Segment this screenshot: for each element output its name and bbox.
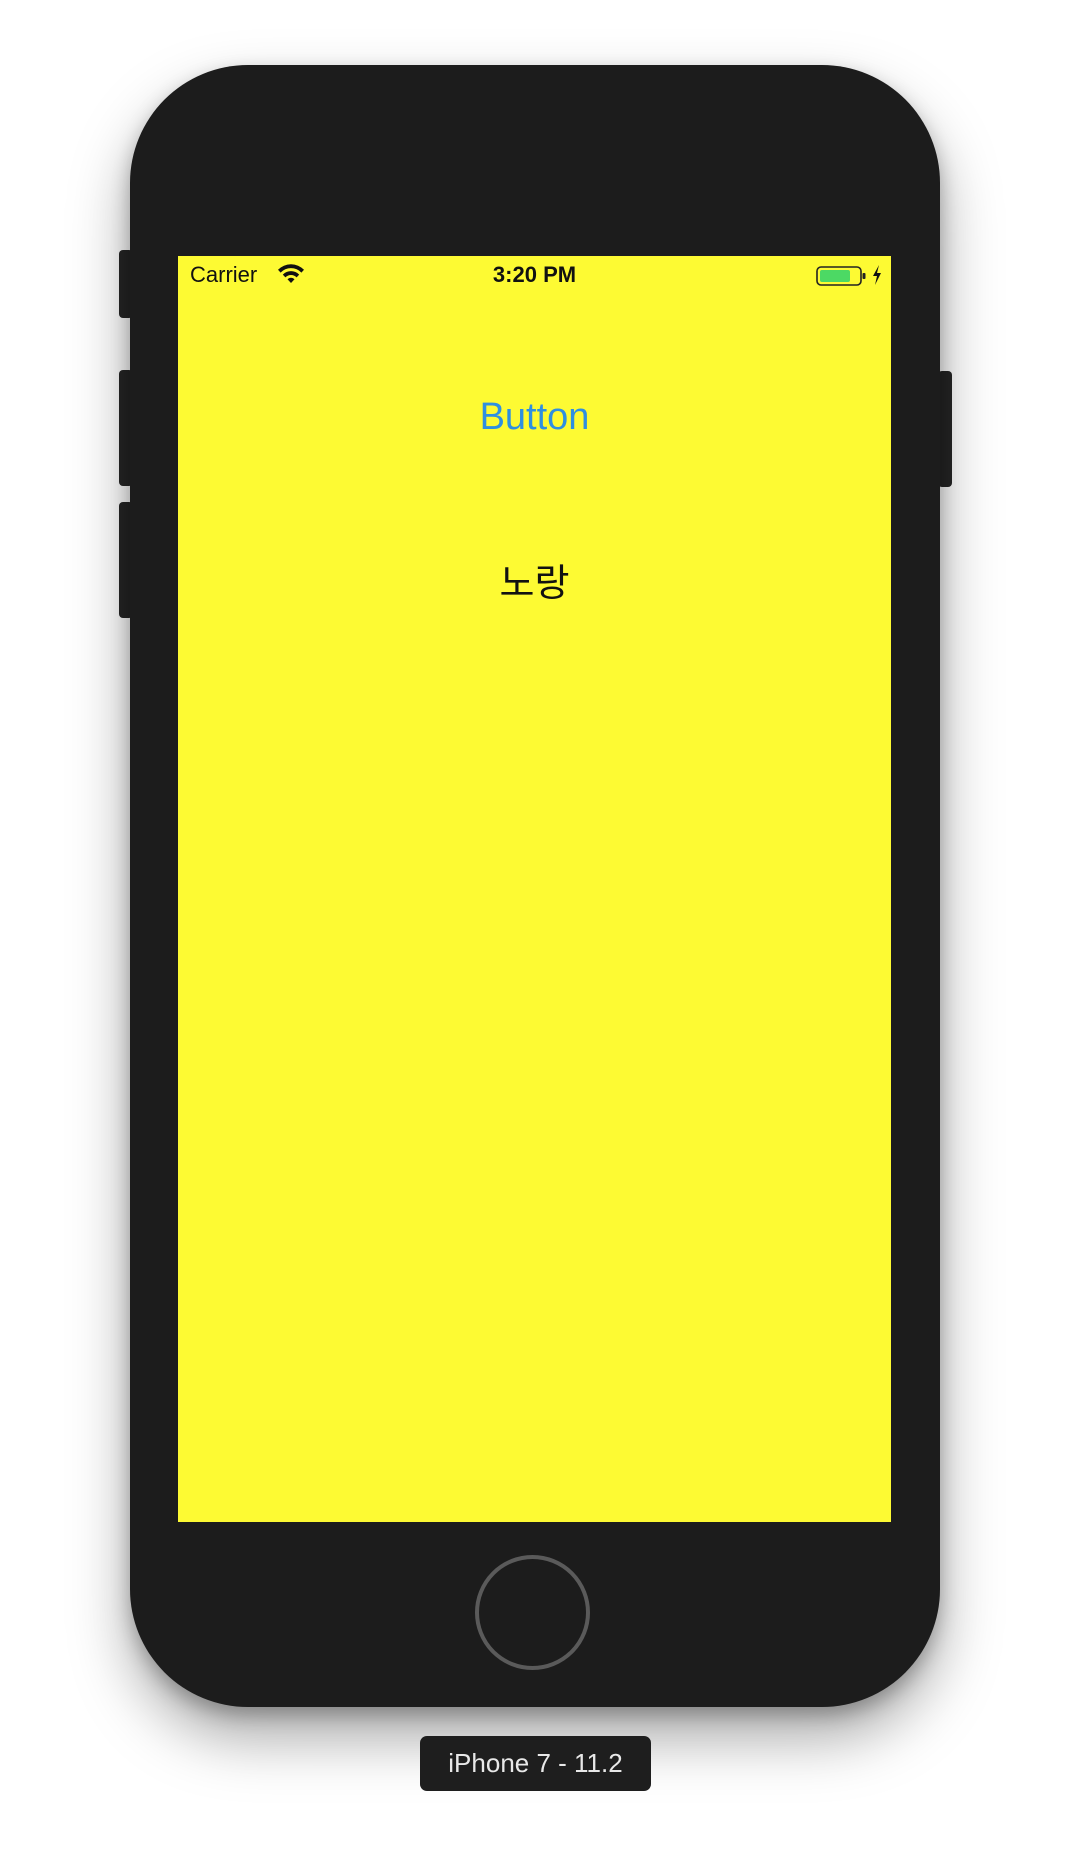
charging-bolt-icon — [873, 265, 881, 285]
status-bar: Carrier 3:20 PM — [178, 256, 891, 296]
status-time: 3:20 PM — [492, 262, 577, 287]
main-button[interactable]: Button — [178, 396, 891, 439]
device-name-label: iPhone 7 - 11.2 — [420, 1736, 651, 1791]
app-screen: Carrier 3:20 PM Button 노랑 — [178, 256, 891, 1522]
simulator-stage: Carrier 3:20 PM Button 노랑 iPhone 7 - 11.… — [0, 0, 1070, 1870]
power-button — [938, 371, 952, 487]
color-label: 노랑 — [499, 561, 570, 605]
home-button-icon[interactable] — [475, 1555, 590, 1670]
battery-icon — [816, 266, 866, 286]
